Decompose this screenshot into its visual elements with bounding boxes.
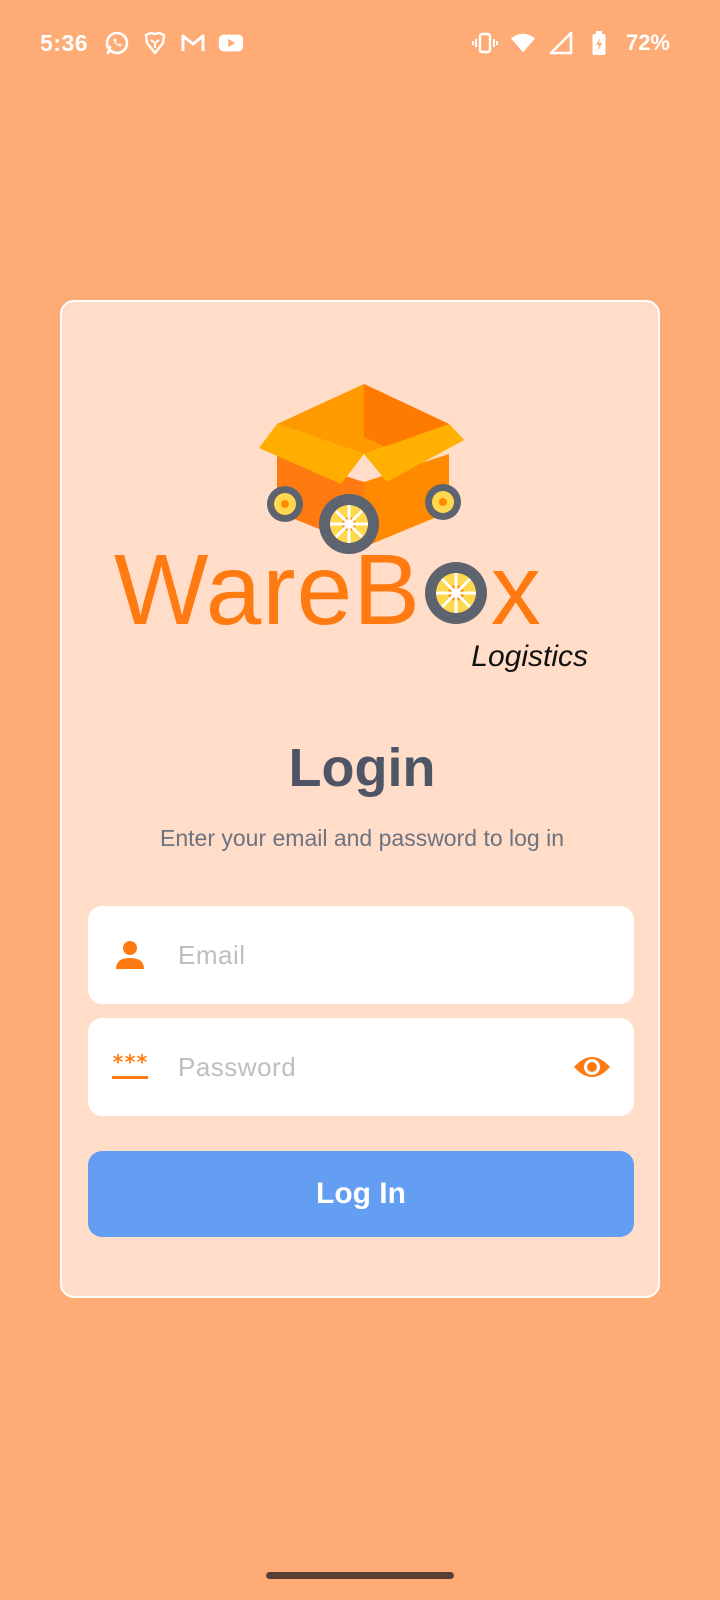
email-input[interactable]: [178, 939, 634, 971]
page-subtitle: Enter your email and password to log in: [160, 825, 564, 851]
wifi-icon: [510, 30, 536, 56]
login-button[interactable]: Log In: [88, 1151, 634, 1237]
status-left: 5:36: [40, 30, 244, 57]
password-input[interactable]: [178, 1051, 570, 1083]
brand-tagline: Logistics: [471, 640, 588, 673]
eye-icon[interactable]: [570, 1045, 614, 1089]
wheel-o-icon: [424, 562, 487, 624]
battery-percentage: 72%: [625, 30, 670, 55]
login-card: WareB x Logistics Login Enter your email …: [60, 300, 660, 1298]
status-bar: 5:36 72%: [0, 0, 720, 86]
gmail-icon: [180, 30, 206, 56]
user-icon: [110, 935, 150, 975]
brand-suffix: x: [490, 534, 542, 646]
password-mask-icon: ***: [110, 1047, 150, 1087]
brave-icon: [142, 30, 168, 56]
brand-wordmark: WareB x: [114, 540, 594, 640]
brand-prefix: WareB: [114, 534, 421, 646]
status-right: 72%: [471, 30, 670, 56]
whatsapp-icon: [104, 30, 130, 56]
home-indicator[interactable]: [266, 1572, 454, 1579]
warebox-logo: WareB x Logistics: [114, 382, 594, 687]
email-field[interactable]: [88, 906, 634, 1004]
youtube-icon: [218, 30, 244, 56]
signal-icon: [548, 30, 574, 56]
battery-charging-icon: [586, 30, 612, 56]
status-time: 5:36: [40, 29, 89, 56]
vibrate-icon: [471, 30, 498, 56]
password-field[interactable]: ***: [88, 1018, 634, 1116]
svg-text:***: ***: [112, 1052, 148, 1074]
page-title: Login: [288, 738, 436, 798]
